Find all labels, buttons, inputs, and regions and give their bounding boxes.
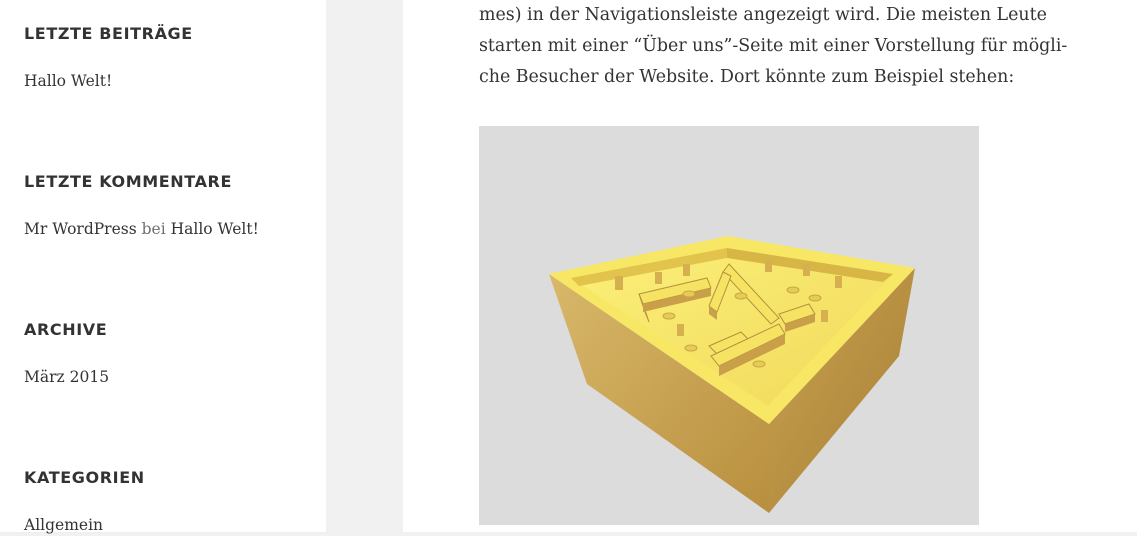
list-item: Allgemein — [24, 514, 145, 536]
widget-title-archive: ARCHIVE — [24, 320, 108, 339]
paragraph-line: mes) in der Navigationsleiste angezeigt … — [479, 5, 1047, 25]
widget-title-recent-posts: LETZTE BEITRÄGE — [24, 24, 193, 43]
recent-post-link[interactable]: Hallo Welt! — [24, 72, 112, 90]
widget-title-categories: KATEGORIEN — [24, 468, 145, 487]
main-content: mes) in der Navigationsleiste angezeigt … — [403, 0, 1137, 532]
widget-recent-comments: LETZTE KOMMENTARE Mr WordPress bei Hallo… — [24, 171, 259, 240]
comment-connector: bei — [141, 220, 166, 238]
comment-author-link[interactable]: Mr WordPress — [24, 220, 137, 238]
maze-3d-image — [479, 126, 979, 525]
paragraph-line: che Besucher der Website. Dort könnte zu… — [479, 67, 1015, 87]
list-item: Hallo Welt! — [24, 70, 193, 92]
widget-archive: ARCHIVE März 2015 — [24, 319, 109, 388]
list-item: März 2015 — [24, 366, 109, 388]
sidebar: LETZTE BEITRÄGE Hallo Welt! LETZTE KOMME… — [0, 0, 326, 534]
category-link[interactable]: Allgemein — [24, 516, 103, 534]
article-paragraph: mes) in der Navigationsleiste angezeigt … — [479, 0, 1099, 93]
page-background-gap — [326, 0, 403, 532]
archive-link[interactable]: März 2015 — [24, 368, 109, 386]
widget-recent-posts: LETZTE BEITRÄGE Hallo Welt! — [24, 23, 193, 92]
widget-title-recent-comments: LETZTE KOMMENTARE — [24, 172, 233, 191]
maze-3d-render — [549, 236, 915, 513]
list-item: Mr WordPress bei Hallo Welt! — [24, 218, 259, 240]
paragraph-line: starten mit einer “Über uns”-Seite mit e… — [479, 36, 1068, 56]
widget-categories: KATEGORIEN Allgemein — [24, 467, 145, 536]
comment-post-link[interactable]: Hallo Welt! — [171, 220, 259, 238]
